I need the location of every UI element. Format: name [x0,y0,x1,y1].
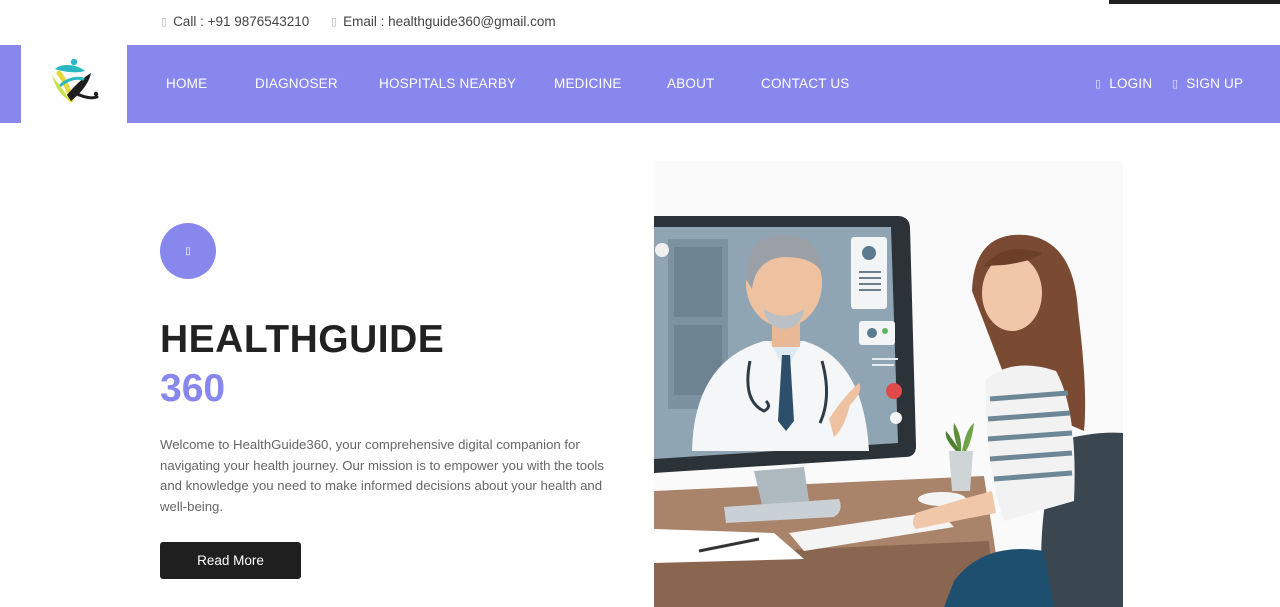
envelope-icon: ▯ [331,16,338,28]
hero-description: Welcome to HealthGuide360, your comprehe… [160,437,604,514]
healthguide360-logo [52,58,99,103]
telemedicine-illustration [654,161,1123,607]
call-info: ▯ Call : +91 9876543210 [161,14,309,29]
top-contact-bar: ▯ Call : +91 9876543210 ▯ Email : health… [0,0,1280,45]
main-nav: HOME DIAGNOSER HOSPITALS NEARBY MEDICINE… [0,45,1280,123]
top-accent-line [1109,0,1280,4]
phone-icon: ▯ [161,16,168,28]
nav-about[interactable]: ABOUT [667,76,715,91]
login-link[interactable]: ▯ LOGIN [1095,76,1152,91]
user-plus-icon: ▯ [1172,78,1179,90]
play-video-button[interactable]: ▯ [160,223,216,279]
logo-link[interactable] [21,45,127,123]
user-icon: ▯ [1095,78,1102,90]
play-icon: ▯ [185,245,191,257]
email-text[interactable]: Email : healthguide360@gmail.com [343,14,556,29]
login-label: LOGIN [1109,76,1153,91]
nav-hospitals-nearby[interactable]: HOSPITALS NEARBY [379,76,516,91]
hero-title: HEALTHGUIDE [160,318,445,361]
read-more-button[interactable]: Read More [160,542,301,579]
nav-contact-us[interactable]: CONTACT US [761,76,850,91]
nav-home[interactable]: HOME [166,76,207,91]
nav-diagnoser[interactable]: DIAGNOSER [255,76,338,91]
email-info[interactable]: ▯ Email : healthguide360@gmail.com [331,14,556,29]
call-text: Call : +91 9876543210 [173,14,310,29]
hero-subtitle: 360 [160,367,226,410]
nav-medicine[interactable]: MEDICINE [554,76,622,91]
signup-label: SIGN UP [1186,76,1244,91]
signup-link[interactable]: ▯ SIGN UP [1172,76,1243,91]
